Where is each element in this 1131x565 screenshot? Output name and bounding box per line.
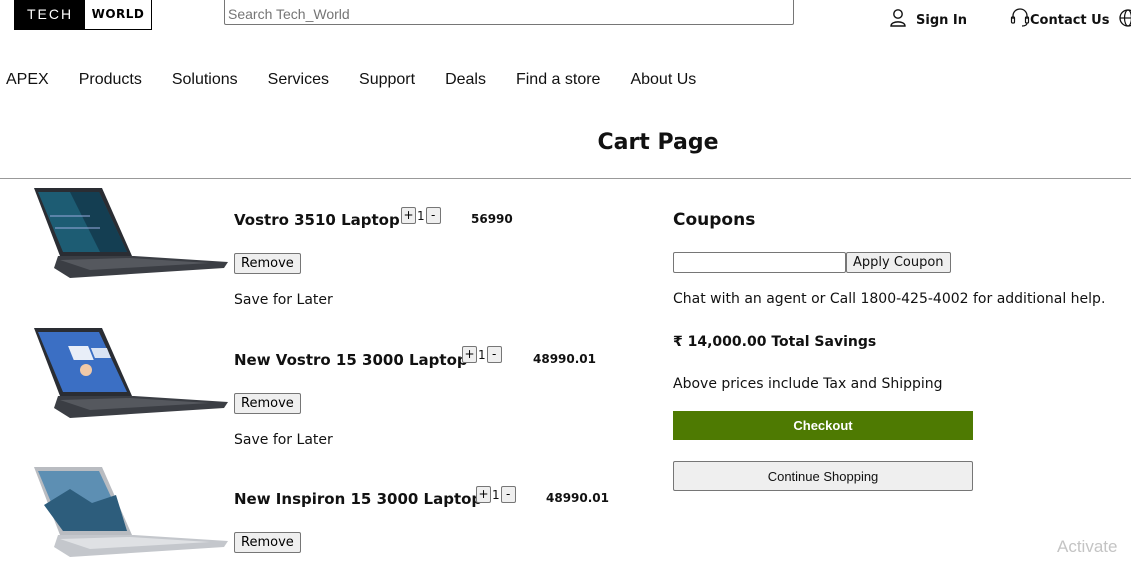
- activate-watermark: Activate: [1057, 537, 1117, 557]
- search-input[interactable]: [224, 0, 794, 25]
- sign-in-link[interactable]: Sign In: [916, 13, 967, 28]
- nav-solutions[interactable]: Solutions: [172, 71, 238, 89]
- nav-support[interactable]: Support: [359, 71, 415, 89]
- product-image-laptop[interactable]: [30, 186, 230, 282]
- contact-us-link[interactable]: Contact Us: [1030, 13, 1109, 28]
- decrease-qty-button[interactable]: -: [487, 346, 502, 363]
- headset-icon[interactable]: [1009, 6, 1031, 28]
- tax-note: Above prices include Tax and Shipping: [673, 376, 943, 392]
- product-name[interactable]: New Inspiron 15 3000 Laptop: [234, 490, 482, 508]
- logo-text-world: WORLD: [85, 0, 151, 29]
- remove-button[interactable]: Remove: [234, 393, 301, 414]
- quantity-value: 1: [477, 348, 487, 362]
- product-name[interactable]: New Vostro 15 3000 Laptop: [234, 351, 468, 369]
- help-text: Chat with an agent or Call 1800-425-4002…: [673, 291, 1105, 307]
- save-for-later-link[interactable]: Save for Later: [234, 432, 333, 448]
- nav-deals[interactable]: Deals: [445, 71, 486, 89]
- nav-about-us[interactable]: About Us: [630, 71, 696, 89]
- quantity-value: 1: [491, 488, 501, 502]
- logo-text-tech: TECH: [15, 0, 85, 29]
- quantity-stepper: + 1 -: [462, 346, 502, 363]
- quantity-stepper: + 1 -: [401, 207, 441, 224]
- product-price: 56990: [471, 212, 513, 226]
- brand-logo[interactable]: TECH WORLD: [14, 0, 152, 30]
- page-title: Cart Page: [0, 130, 1131, 155]
- nav-find-a-store[interactable]: Find a store: [516, 71, 600, 89]
- user-icon[interactable]: [889, 8, 907, 28]
- decrease-qty-button[interactable]: -: [501, 486, 516, 503]
- quantity-value: 1: [416, 209, 426, 223]
- save-for-later-link[interactable]: Save for Later: [234, 292, 333, 308]
- divider: [0, 178, 1131, 179]
- coupons-heading: Coupons: [673, 210, 755, 230]
- increase-qty-button[interactable]: +: [476, 486, 491, 503]
- checkout-button[interactable]: Checkout: [673, 411, 973, 440]
- nav-apex[interactable]: APEX: [6, 71, 49, 89]
- decrease-qty-button[interactable]: -: [426, 207, 441, 224]
- nav-products[interactable]: Products: [79, 71, 142, 89]
- total-savings: ₹ 14,000.00 Total Savings: [673, 334, 876, 350]
- product-price: 48990.01: [546, 491, 609, 505]
- increase-qty-button[interactable]: +: [462, 346, 477, 363]
- product-image-laptop[interactable]: [30, 326, 230, 422]
- product-price: 48990.01: [533, 352, 596, 366]
- coupon-code-input[interactable]: [673, 252, 846, 273]
- apply-coupon-button[interactable]: Apply Coupon: [846, 252, 951, 273]
- remove-button[interactable]: Remove: [234, 532, 301, 553]
- globe-icon[interactable]: [1118, 7, 1131, 29]
- remove-button[interactable]: Remove: [234, 253, 301, 274]
- product-image-laptop[interactable]: [30, 465, 230, 561]
- nav-services[interactable]: Services: [268, 71, 329, 89]
- continue-shopping-button[interactable]: Continue Shopping: [673, 461, 973, 491]
- main-nav: APEX Products Solutions Services Support…: [6, 71, 726, 89]
- product-name[interactable]: Vostro 3510 Laptop: [234, 211, 400, 229]
- quantity-stepper: + 1 -: [476, 486, 516, 503]
- increase-qty-button[interactable]: +: [401, 207, 416, 224]
